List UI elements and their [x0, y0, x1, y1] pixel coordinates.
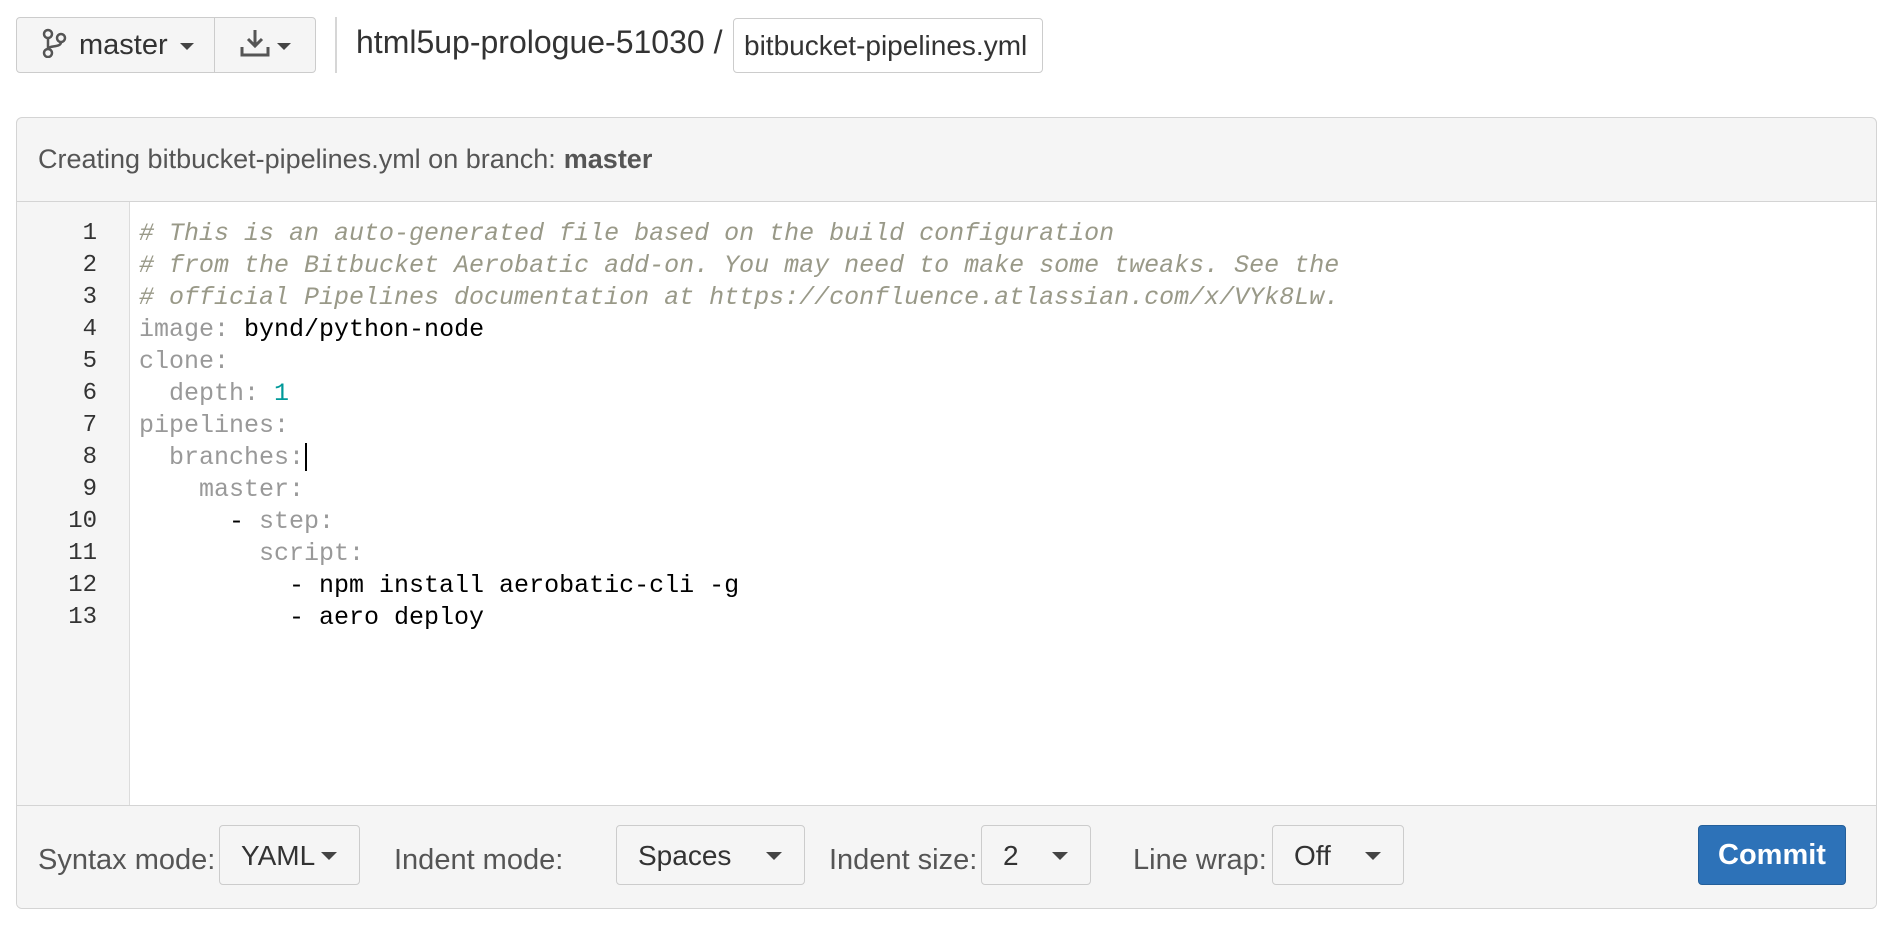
code-token: pipelines:: [139, 411, 290, 440]
line-number: 2: [82, 252, 97, 279]
header-branch: master: [563, 144, 653, 174]
branch-label: master: [79, 28, 168, 61]
code-token: master:: [139, 475, 305, 504]
code-token: bynd/python-node: [244, 315, 485, 344]
code-token: 1: [274, 379, 290, 408]
code-token: # official Pipelines documentation at ht…: [139, 283, 1340, 312]
line-wrap-select[interactable]: Off: [1272, 825, 1404, 885]
indent-mode-label: Indent mode:: [394, 844, 564, 876]
code-token: -: [229, 507, 260, 536]
branch-download-button-group: master: [16, 17, 316, 73]
code-line: # from the Bitbucket Aerobatic add-on. Y…: [139, 250, 1339, 282]
download-icon: [239, 27, 271, 64]
code-line: - step:: [139, 506, 1339, 538]
line-number: 9: [82, 476, 97, 503]
header-text: Creating bitbucket-pipelines.yml on bran…: [38, 144, 556, 174]
chevron-down-icon: [321, 852, 337, 860]
line-number: 10: [68, 508, 97, 535]
file-editor-panel: Creating bitbucket-pipelines.yml on bran…: [16, 117, 1877, 909]
line-number: 11: [68, 540, 97, 567]
editor-footer: Syntax mode: YAML Indent mode: Spaces In…: [17, 805, 1876, 908]
indent-size-select[interactable]: 2: [981, 825, 1091, 885]
branch-icon: [41, 28, 67, 63]
line-wrap-value: Off: [1294, 840, 1331, 871]
code-line: # This is an auto-generated file based o…: [139, 218, 1339, 250]
file-toolbar: master html5up-prologue-51030 /: [0, 0, 1892, 100]
code-token: - aero deploy: [139, 603, 485, 632]
syntax-mode-select[interactable]: YAML: [219, 825, 360, 885]
code-line: branches:: [139, 442, 1339, 474]
line-number: 12: [68, 572, 97, 599]
download-button[interactable]: [214, 18, 315, 72]
code-line: - npm install aerobatic-cli -g: [139, 570, 1339, 602]
code-token: script:: [139, 539, 365, 568]
repository-path: html5up-prologue-51030 /: [356, 24, 723, 60]
code-token: clone:: [139, 347, 230, 376]
branch-selector-button[interactable]: master: [17, 18, 214, 72]
code-editor[interactable]: 1 2 3 4 5 6 7 8 9 10 11 12 13 # This is an auto-gene…: [17, 202, 1876, 805]
chevron-down-icon: [766, 852, 782, 860]
commit-button[interactable]: Commit: [1698, 825, 1846, 885]
line-number: 13: [68, 604, 97, 631]
code-token: # This is an auto-generated file based o…: [139, 219, 1115, 248]
indent-mode-select[interactable]: Spaces: [616, 825, 805, 885]
code-line: pipelines:: [139, 410, 1339, 442]
line-number: 8: [82, 444, 97, 471]
panel-header: Creating bitbucket-pipelines.yml on bran…: [17, 118, 1876, 202]
chevron-down-icon: [1365, 852, 1381, 860]
syntax-mode-label: Syntax mode:: [38, 844, 216, 876]
indent-size-label: Indent size:: [829, 844, 978, 876]
chevron-down-icon: [277, 42, 291, 50]
line-number: 7: [82, 412, 97, 439]
line-number: 3: [82, 284, 97, 311]
line-number-gutter: 1 2 3 4 5 6 7 8 9 10 11 12 13: [17, 202, 130, 805]
code-content[interactable]: # This is an auto-generated file based o…: [139, 218, 1339, 634]
code-token: - npm install aerobatic-cli -g: [139, 571, 740, 600]
syntax-mode-value: YAML: [241, 840, 316, 871]
line-number: 5: [82, 348, 97, 375]
toolbar-divider: [335, 17, 337, 73]
filename-input[interactable]: [733, 18, 1043, 73]
code-token: branches:: [139, 443, 305, 472]
indent-size-value: 2: [1003, 840, 1019, 871]
line-number: 1: [82, 220, 97, 247]
indent-mode-value: Spaces: [638, 840, 732, 871]
code-line: master:: [139, 474, 1339, 506]
code-token: depth:: [139, 379, 275, 408]
code-line: clone:: [139, 346, 1339, 378]
chevron-down-icon: [1052, 852, 1068, 860]
line-number: 6: [82, 380, 97, 407]
text-cursor: [305, 443, 308, 472]
code-line: depth: 1: [139, 378, 1339, 410]
code-line: # official Pipelines documentation at ht…: [139, 282, 1339, 314]
line-number: 4: [82, 316, 97, 343]
code-line: - aero deploy: [139, 602, 1339, 634]
code-token: image:: [139, 315, 245, 344]
code-token: step:: [259, 507, 335, 536]
line-wrap-label: Line wrap:: [1133, 844, 1267, 876]
code-token: # from the Bitbucket Aerobatic add-on. Y…: [139, 251, 1340, 280]
code-line: script:: [139, 538, 1339, 570]
chevron-down-icon: [179, 42, 194, 50]
code-line: image: bynd/python-node: [139, 314, 1339, 346]
